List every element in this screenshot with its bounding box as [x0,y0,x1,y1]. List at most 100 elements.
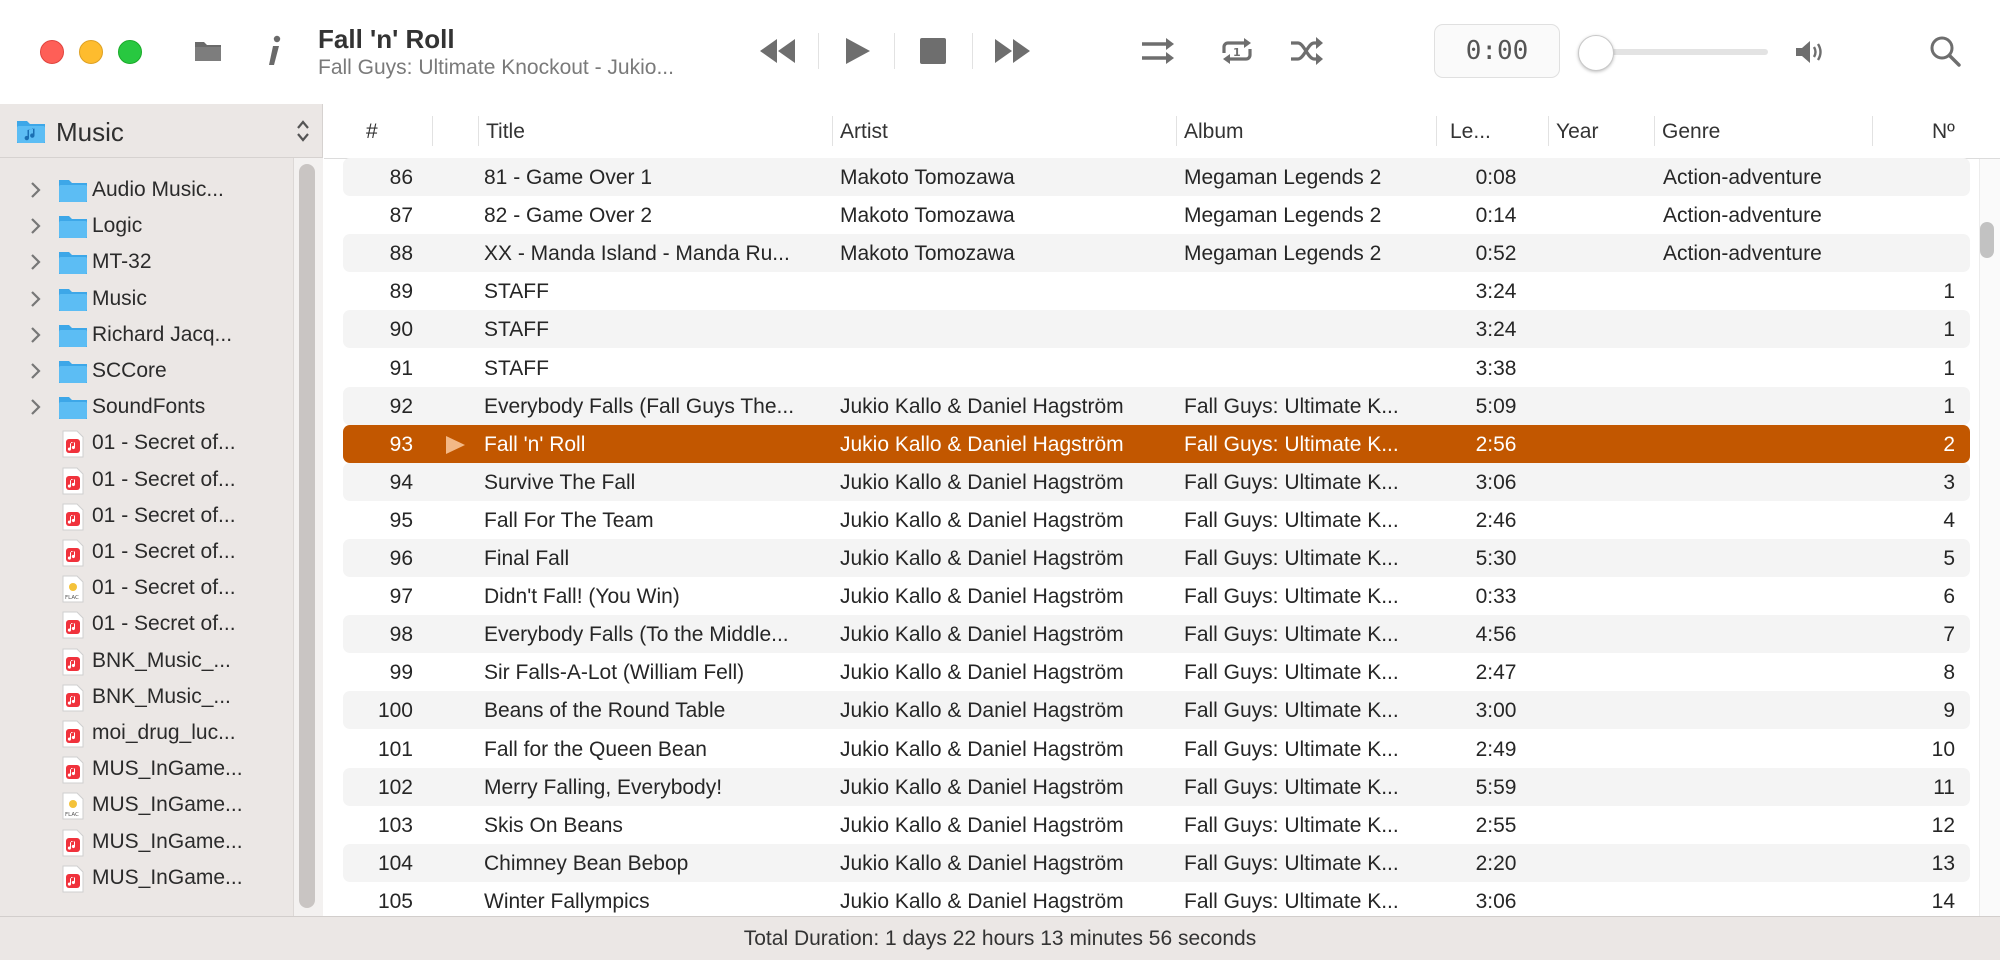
sidebar-item-label: SCCore [92,359,167,382]
sidebar-folder-item[interactable]: Audio Music... [0,174,290,208]
status-bar: Total Duration: 1 days 22 hours 13 minut… [0,916,2000,960]
table-row[interactable]: 105 Winter Fallympics Jukio Kallo & Daniel… [343,882,1970,916]
rewind-icon[interactable] [758,34,798,68]
volume-icon[interactable] [1794,37,1824,67]
table-row[interactable]: 104 Chimney Bean Bebop Jukio Kallo & Danie… [343,843,1970,882]
repeat-one-icon[interactable]: 1 [1218,34,1256,68]
cell-number: 90 [389,318,413,342]
sidebar-folder-item[interactable]: Richard Jacq... [0,319,290,353]
table-row[interactable]: 86 81 - Game Over 1 Makoto Tomozawa Megaman… [343,158,1970,196]
table-row[interactable]: 97 Didn't Fall! (You Win) Jukio Kallo & Da… [343,577,1970,615]
sidebar-file-item[interactable]: MUS_InGame... [0,826,290,860]
cell-length: 2:49 [1475,737,1517,761]
column-header-length[interactable]: Le... [1450,120,1491,144]
sidebar-item-label: MT-32 [92,250,152,274]
table-row[interactable]: 92 Everybody Falls (Fall Guys The... Jukio… [343,386,1970,425]
chevron-right-icon[interactable] [30,325,42,350]
chevron-right-icon[interactable] [30,361,42,386]
close-window-button[interactable] [40,40,64,64]
cell-genre: Action-adventure [1663,242,1822,266]
column-header-track-number[interactable]: Nº [1932,120,1955,144]
cell-artist: Makoto Tomozawa [840,242,1015,266]
table-row[interactable]: 98 Everybody Falls (To the Middle... Jukio… [343,615,1970,654]
table-row[interactable]: 103 Skis On Beans Jukio Kallo & Daniel Hag… [343,806,1970,844]
search-icon[interactable] [1928,34,1962,68]
table-row[interactable]: 100 Beans of the Round Table Jukio Kallo &… [343,691,1970,730]
sidebar-folder-item[interactable]: Logic [0,210,290,244]
column-header-year[interactable]: Year [1556,120,1598,144]
chevron-right-icon[interactable] [30,180,42,205]
sidebar-file-item[interactable]: 01 - Secret of... [0,608,290,642]
table-row[interactable]: 91 STAFF 3:38 1 [343,349,1970,387]
table-row[interactable]: 95 Fall For The Team Jukio Kallo & Daniel … [343,501,1970,539]
minimize-window-button[interactable] [79,40,103,64]
table-row[interactable]: 89 STAFF 3:24 1 [343,272,1970,310]
table-row[interactable]: 88 XX - Manda Island - Manda Ru... Makoto … [343,234,1970,273]
sidebar-item-label: MUS_InGame... [92,865,243,889]
sidebar-file-item[interactable]: 01 - Secret of... [0,536,290,570]
sidebar-file-item[interactable]: 01 - Secret of... [0,500,290,534]
cell-artist: Jukio Kallo & Daniel Hagström [840,432,1124,456]
table-row[interactable]: 94 Survive The Fall Jukio Kallo & Daniel H… [343,462,1970,501]
column-header-artist[interactable]: Artist [840,120,888,144]
column-header-album[interactable]: Album [1184,120,1244,144]
folder-icon[interactable] [194,36,222,64]
chevron-right-icon[interactable] [30,397,42,422]
sidebar-scrollbar[interactable] [299,164,315,908]
table-row[interactable]: 102 Merry Falling, Everybody! Jukio Kallo … [343,767,1970,806]
column-header-title[interactable]: Title [486,120,525,144]
info-icon[interactable] [262,32,286,70]
sidebar-folder-item[interactable]: SCCore [0,355,290,389]
column-header-number[interactable]: # [366,120,378,144]
sidebar-item-label: Richard Jacq... [92,322,233,346]
stop-icon[interactable] [918,36,948,66]
cell-track-number: 1 [1943,280,1955,304]
table-row[interactable]: 99 Sir Falls-A-Lot (William Fell) Jukio Ka… [343,653,1970,691]
table-scrollbar-track[interactable] [1979,159,2000,916]
cell-album: Fall Guys: Ultimate K... [1184,889,1399,913]
cell-track-number: 6 [1943,585,1955,609]
table-row-selected[interactable]: 93 Fall 'n' Roll Jukio Kallo & Daniel Hags… [343,424,1970,463]
table-scrollbar[interactable] [1980,222,1994,258]
volume-slider-knob[interactable] [1578,35,1614,71]
table-row[interactable]: 87 82 - Game Over 2 Makoto Tomozawa Megaman… [343,196,1970,234]
sidebar-file-item[interactable]: BNK_Music_... [0,645,290,679]
now-playing-subtitle: Fall Guys: Ultimate Knockout - Jukio... [318,56,674,79]
sidebar-item-label: SoundFonts [92,395,206,419]
cell-artist: Jukio Kallo & Daniel Hagström [840,623,1124,647]
sidebar-file-item[interactable]: MUS_InGame... [0,862,290,896]
play-icon[interactable] [840,34,874,68]
sidebar-file-item[interactable]: FLAC MUS_InGame... [0,789,290,823]
fast-forward-icon[interactable] [992,34,1032,68]
zoom-window-button[interactable] [118,40,142,64]
cell-album: Fall Guys: Ultimate K... [1184,470,1399,494]
cell-title: STAFF [484,280,549,304]
sidebar-file-item[interactable]: moi_drug_luc... [0,717,290,751]
sidebar-item-label: MUS_InGame... [92,829,243,853]
sequential-icon[interactable] [1140,34,1178,68]
cell-number: 87 [389,204,413,228]
cell-track-number: 13 [1931,851,1955,875]
sidebar-file-item[interactable]: MUS_InGame... [0,753,290,787]
chevron-right-icon[interactable] [30,216,42,241]
cell-album: Fall Guys: Ultimate K... [1184,813,1399,837]
table-row[interactable]: 96 Final Fall Jukio Kallo & Daniel Hagströ… [343,539,1970,577]
sidebar-file-item[interactable]: BNK_Music_... [0,681,290,715]
cell-track-number: 8 [1943,661,1955,685]
flac-file-icon: FLAC [62,792,84,825]
table-row[interactable]: 90 STAFF 3:24 1 [343,310,1970,349]
table-row[interactable]: 101 Fall for the Queen Bean Jukio Kallo & … [343,730,1970,768]
sidebar-folder-item[interactable]: SoundFonts [0,391,290,425]
cell-title: 82 - Game Over 2 [484,204,653,228]
chevron-right-icon[interactable] [30,252,42,277]
sidebar-folder-item[interactable]: MT-32 [0,246,290,280]
sidebar-folder-item[interactable]: Music [0,283,290,317]
chevron-right-icon[interactable] [30,289,42,314]
sidebar-item-label: BNK_Music_... [92,648,231,672]
column-header-genre[interactable]: Genre [1662,120,1720,144]
sidebar-file-item[interactable]: 01 - Secret of... [0,464,290,498]
shuffle-icon[interactable] [1288,34,1326,68]
source-selector[interactable]: Music [0,104,323,158]
sidebar-file-item[interactable]: 01 - Secret of... [0,427,290,461]
sidebar-file-item[interactable]: FLAC 01 - Secret of... [0,572,290,606]
